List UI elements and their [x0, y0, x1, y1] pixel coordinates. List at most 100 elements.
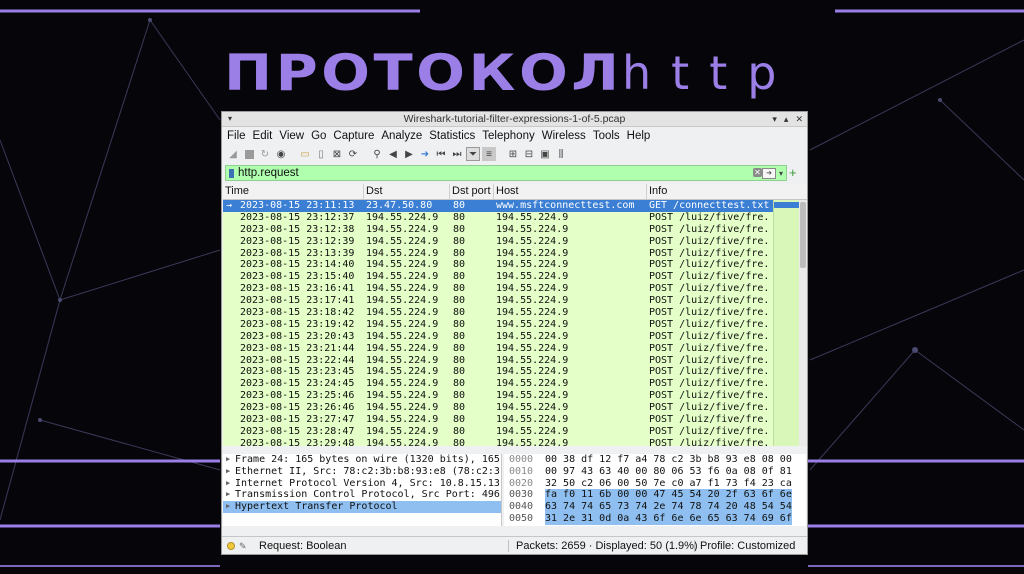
cell-info: POST /luiz/five/fre.	[649, 259, 770, 271]
column-header-time[interactable]: Time	[223, 184, 364, 199]
slide-title-main: ПРОТОКОЛ	[224, 44, 623, 102]
column-header-dst-port[interactable]: Dst port	[450, 184, 494, 199]
shark-fin-start-icon[interactable]: ◢	[226, 147, 240, 161]
packet-row[interactable]: 2023-08-15 23:17:41 194.55.224.9 80 194.55.…	[223, 295, 773, 307]
packet-rows: → 2023-08-15 23:11:13 23.47.50.80 80 www.msf…	[223, 200, 773, 446]
save-file-icon[interactable]: ▯	[314, 147, 328, 161]
column-header-host[interactable]: Host	[494, 184, 647, 199]
detail-tree-item[interactable]: ▶ Transmission Control Protocol, Src Port…	[223, 489, 501, 501]
detail-tree-item[interactable]: ▶ Frame 24: 165 bytes on wire (1320 bits)…	[223, 454, 501, 466]
packet-row[interactable]: 2023-08-15 23:19:42 194.55.224.9 80 194.55.…	[223, 319, 773, 331]
close-file-icon[interactable]: ⊠	[330, 147, 344, 161]
menu-tools[interactable]: Tools	[593, 130, 620, 142]
bytes-row[interactable]: 0000 00 38 df 12 f7 a4 78 c2 3b b8 93 e8 …	[504, 454, 806, 466]
expand-arrow-icon[interactable]: ▶	[226, 466, 230, 478]
packet-row[interactable]: 2023-08-15 23:18:42 194.55.224.9 80 194.55.…	[223, 307, 773, 319]
packet-row[interactable]: 2023-08-15 23:24:45 194.55.224.9 80 194.55.…	[223, 378, 773, 390]
filter-bookmark-icon[interactable]	[229, 169, 234, 178]
expand-arrow-icon[interactable]: ▶	[226, 489, 230, 501]
bytes-row[interactable]: 0030 fa f0 11 6b 00 00 47 45 54 20 2f 63 …	[504, 489, 806, 502]
packet-row[interactable]: 2023-08-15 23:28:47 194.55.224.9 80 194.55.…	[223, 426, 773, 438]
menu-telephony[interactable]: Telephony	[482, 130, 534, 142]
apply-filter-icon[interactable]: ➜	[762, 168, 776, 179]
last-packet-icon[interactable]: ⏭	[450, 147, 464, 161]
restart-capture-icon[interactable]: ↻	[258, 147, 272, 161]
menu-file[interactable]: File	[227, 130, 246, 142]
menu-analyze[interactable]: Analyze	[381, 130, 422, 142]
packet-row[interactable]: 2023-08-15 23:12:39 194.55.224.9 80 194.55.…	[223, 236, 773, 248]
find-packet-icon[interactable]: ⚲	[370, 147, 384, 161]
minimize-icon[interactable]: ▾	[772, 112, 777, 126]
packet-row[interactable]: 2023-08-15 23:21:44 194.55.224.9 80 194.55.…	[223, 343, 773, 355]
pane-splitter[interactable]	[223, 446, 807, 453]
cell-info: POST /luiz/five/fre.	[649, 247, 770, 259]
packet-row[interactable]: → 2023-08-15 23:11:13 23.47.50.80 80 www.msf…	[223, 200, 773, 212]
bytes-row[interactable]: 0010 00 97 43 63 40 00 80 06 53 f6 0a 08 …	[504, 466, 806, 478]
packet-row[interactable]: 2023-08-15 23:23:45 194.55.224.9 80 194.55.…	[223, 366, 773, 378]
maximize-icon[interactable]: ▴	[784, 112, 789, 126]
packet-row[interactable]: 2023-08-15 23:14:40 194.55.224.9 80 194.55.…	[223, 259, 773, 271]
expand-arrow-icon[interactable]: ▶	[226, 454, 230, 466]
packet-row[interactable]: 2023-08-15 23:22:44 194.55.224.9 80 194.55.…	[223, 355, 773, 367]
cell-dst: 194.55.224.9	[366, 235, 439, 247]
packet-row[interactable]: 2023-08-15 23:12:37 194.55.224.9 80 194.55.…	[223, 212, 773, 224]
bytes-row[interactable]: 0020 32 50 c2 06 00 50 7e c0 a7 f1 73 f4 …	[504, 478, 806, 490]
cell-dst: 194.55.224.9	[366, 283, 439, 295]
column-header-dst[interactable]: Dst	[364, 184, 450, 199]
packet-row[interactable]: 2023-08-15 23:25:46 194.55.224.9 80 194.55.…	[223, 390, 773, 402]
clear-filter-icon[interactable]: ✕	[753, 168, 762, 177]
capture-options-icon[interactable]: ◉	[274, 147, 288, 161]
open-file-icon[interactable]: ▭	[298, 147, 312, 161]
window-menu-icon[interactable]: ▾	[228, 112, 232, 126]
byte-hex: 00 38 df 12 f7 a4 78 c2 3b b8 93 e8 08 0…	[545, 454, 792, 465]
expand-arrow-icon[interactable]: ▶	[226, 478, 230, 490]
stop-capture-icon[interactable]	[242, 147, 256, 161]
detail-tree-item[interactable]: ▶ Hypertext Transfer Protocol	[223, 501, 501, 513]
bytes-row[interactable]: 0050 31 2e 31 0d 0a 43 6f 6e 6e 65 63 74 …	[504, 512, 806, 525]
packet-row[interactable]: 2023-08-15 23:29:48 194.55.224.9 80 194.55.…	[223, 438, 773, 446]
menu-capture[interactable]: Capture	[333, 130, 374, 142]
menu-wireless[interactable]: Wireless	[542, 130, 586, 142]
cell-dst-port: 80	[453, 247, 466, 259]
packet-row[interactable]: 2023-08-15 23:13:39 194.55.224.9 80 194.55.…	[223, 248, 773, 260]
detail-tree-item[interactable]: ▶ Ethernet II, Src: 78:c2:3b:b8:93:e8 (78…	[223, 466, 501, 478]
expert-info-icon[interactable]	[227, 542, 235, 550]
packet-row[interactable]: 2023-08-15 23:16:41 194.55.224.9 80 194.55.…	[223, 283, 773, 295]
menu-go[interactable]: Go	[311, 130, 326, 142]
go-back-icon[interactable]: ◀	[386, 147, 400, 161]
cell-time: 2023-08-15 23:18:42	[240, 307, 355, 319]
menu-view[interactable]: View	[279, 130, 304, 142]
packet-row[interactable]: 2023-08-15 23:20:43 194.55.224.9 80 194.55.…	[223, 331, 773, 343]
bytes-row[interactable]: 0040 63 74 74 65 73 74 2e 74 78 74 20 48 …	[504, 501, 806, 513]
packet-row[interactable]: 2023-08-15 23:12:38 194.55.224.9 80 194.55.…	[223, 224, 773, 236]
reload-file-icon[interactable]: ⟳	[346, 147, 360, 161]
packet-row[interactable]: 2023-08-15 23:15:40 194.55.224.9 80 194.55.…	[223, 271, 773, 283]
packet-row[interactable]: 2023-08-15 23:26:46 194.55.224.9 80 194.55.…	[223, 402, 773, 414]
packet-list-scrollbar[interactable]	[799, 200, 807, 446]
close-icon[interactable]: ✕	[795, 112, 803, 126]
go-to-packet-icon[interactable]: ➜	[418, 147, 432, 161]
capture-comment-icon[interactable]: ✎	[239, 537, 247, 555]
packet-row[interactable]: 2023-08-15 23:27:47 194.55.224.9 80 194.55.…	[223, 414, 773, 426]
menu-edit[interactable]: Edit	[253, 130, 273, 142]
filter-history-chevron-icon[interactable]: ▾	[779, 167, 783, 181]
resize-columns-icon[interactable]: ⫼	[554, 147, 568, 161]
normal-size-icon[interactable]: ▣	[538, 147, 552, 161]
colorize-icon[interactable]: ≡	[482, 147, 496, 161]
window-titlebar[interactable]: ▾ Wireshark-tutorial-filter-expressions-…	[222, 112, 807, 127]
status-profile[interactable]: Profile: Customized	[700, 537, 795, 555]
menu-statistics[interactable]: Statistics	[429, 130, 475, 142]
first-packet-icon[interactable]: ⏮	[434, 147, 448, 161]
zoom-out-icon[interactable]: ⊟	[522, 147, 536, 161]
detail-tree-item[interactable]: ▶ Internet Protocol Version 4, Src: 10.8.…	[223, 478, 501, 490]
display-filter-input[interactable]: http.request ✕ ➜ ▾	[225, 165, 787, 181]
zoom-in-icon[interactable]: ⊞	[506, 147, 520, 161]
expand-arrow-icon[interactable]: ▶	[226, 501, 230, 513]
packet-minimap[interactable]	[773, 200, 799, 446]
autoscroll-icon[interactable]: ⏷	[466, 147, 480, 161]
cell-info: POST /luiz/five/fre.	[649, 342, 770, 354]
go-forward-icon[interactable]: ▶	[402, 147, 416, 161]
column-header-info[interactable]: Info	[647, 184, 807, 199]
add-filter-button-icon[interactable]: +	[789, 165, 797, 181]
menu-help[interactable]: Help	[627, 130, 651, 142]
